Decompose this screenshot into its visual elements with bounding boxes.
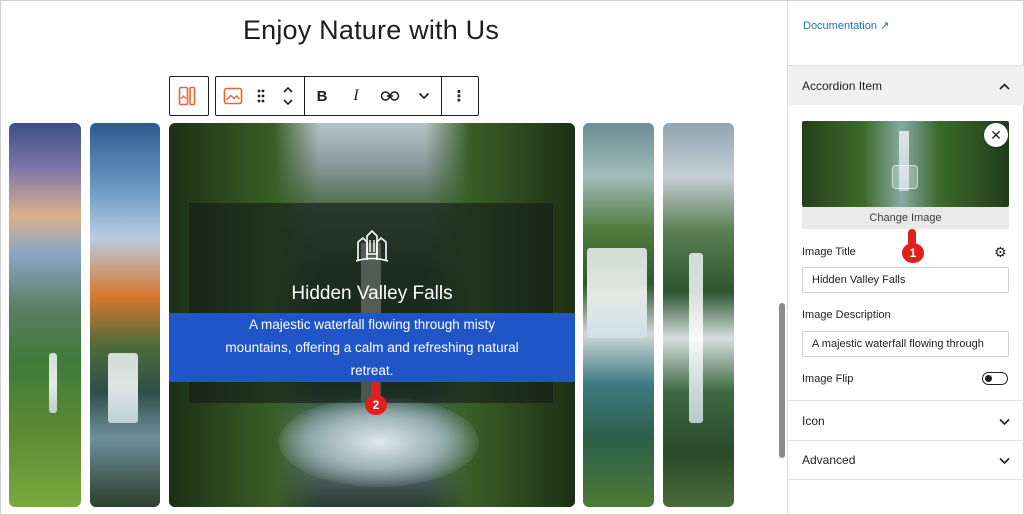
options-button[interactable]: ⋮	[442, 77, 476, 115]
panel-title: Accordion Item	[802, 78, 883, 93]
image-preview[interactable]	[802, 121, 1009, 207]
move-up-down-icon[interactable]	[272, 77, 304, 115]
link-icon[interactable]	[373, 77, 407, 115]
description-line: retreat.	[349, 362, 395, 379]
drag-handle-icon[interactable]	[250, 77, 272, 115]
block-type-toolbar	[169, 76, 209, 116]
block-type-icon[interactable]	[170, 77, 204, 115]
italic-button[interactable]: I	[339, 77, 373, 115]
icon-panel-toggle[interactable]: Icon	[788, 400, 1024, 440]
block-toolbar: B I ⋮	[215, 76, 479, 116]
waterfall-icon	[354, 228, 390, 264]
chevron-down-icon	[999, 414, 1010, 428]
annotation-pointer-1: 1	[902, 229, 924, 263]
accordion-item-panel-toggle[interactable]: Accordion Item	[788, 65, 1024, 105]
image-flip-toggle[interactable]	[982, 372, 1008, 385]
image-title-field[interactable]: Hidden Valley Falls	[802, 267, 1009, 293]
more-chevron-icon[interactable]	[407, 77, 441, 115]
description-line: A majestic waterfall flowing through mis…	[247, 316, 497, 333]
accordion-item-image[interactable]	[9, 123, 81, 507]
page-title[interactable]: Enjoy Nature with Us	[1, 15, 741, 46]
chevron-up-icon	[999, 79, 1010, 93]
panel-title: Icon	[802, 413, 825, 428]
accordion-item-description[interactable]: A majestic waterfall flowing through mis…	[169, 313, 575, 382]
image-description-label: Image Description	[802, 309, 891, 321]
accordion-item-image[interactable]	[90, 123, 160, 507]
accordion-item-title[interactable]: Hidden Valley Falls	[169, 283, 575, 305]
remove-image-button[interactable]: ✕	[984, 123, 1008, 147]
description-line: mountains, offering a calm and refreshin…	[224, 339, 520, 356]
editor-canvas: Enjoy Nature with Us B I ⋮ Hidden Valley…	[1, 1, 787, 514]
advanced-panel-toggle[interactable]: Advanced	[788, 440, 1024, 480]
image-title-label: Image Title	[802, 246, 856, 258]
annotation-pointer-2: 2	[365, 381, 387, 415]
chevron-down-icon	[999, 453, 1010, 467]
canvas-scrollbar[interactable]	[779, 303, 785, 458]
accordion-item-image[interactable]	[663, 123, 734, 507]
gear-icon[interactable]: ⚙	[994, 244, 1007, 261]
accordion-item-image[interactable]	[583, 123, 654, 507]
bold-button[interactable]: B	[305, 77, 339, 115]
documentation-link[interactable]: Documentation ↗	[803, 19, 889, 32]
settings-sidebar: Documentation ↗ Accordion Item ✕ Change …	[787, 1, 1024, 514]
image-icon[interactable]	[216, 77, 250, 115]
panel-title: Advanced	[802, 453, 856, 467]
image-flip-label: Image Flip	[802, 373, 854, 385]
change-image-button[interactable]: Change Image	[802, 207, 1009, 229]
image-description-field[interactable]: A majestic waterfall flowing through	[802, 331, 1009, 357]
image-placeholder-icon	[892, 165, 918, 189]
